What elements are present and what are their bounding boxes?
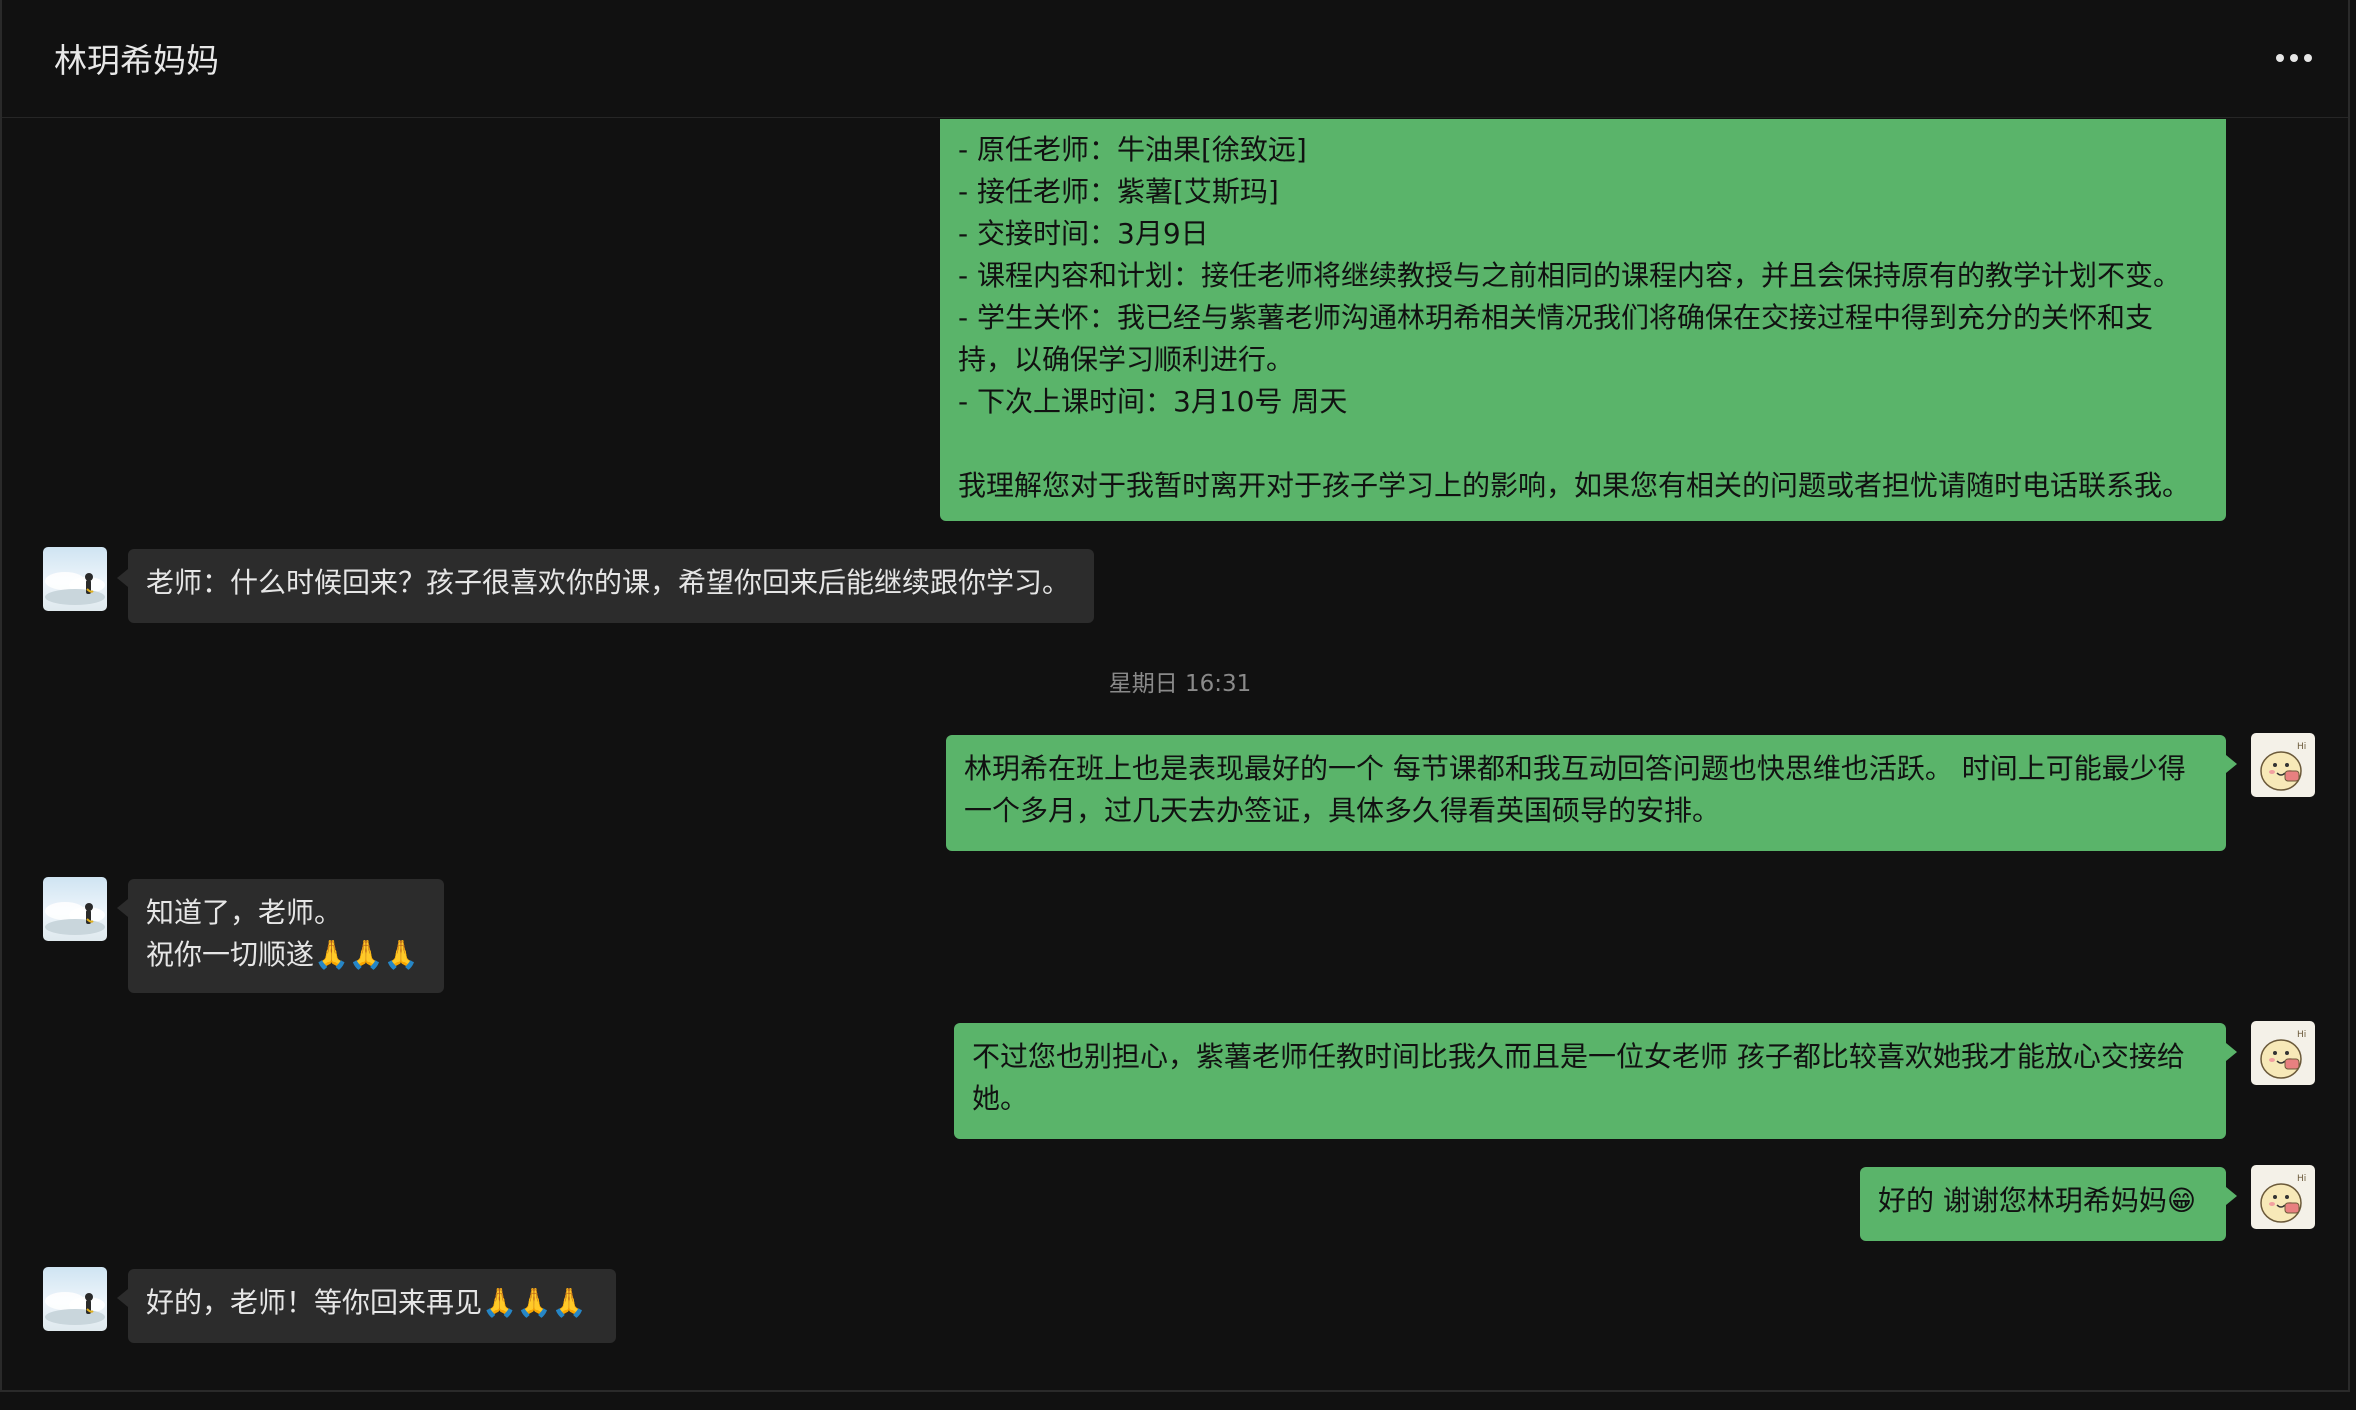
contact-avatar[interactable] bbox=[43, 877, 107, 941]
svg-text:Hi: Hi bbox=[2297, 742, 2306, 752]
message-bubble-incoming[interactable]: 好的，老师！等你回来再见🙏🙏🙏 bbox=[117, 1269, 616, 1343]
message-bubble-incoming[interactable]: 老师：什么时候回来？孩子很喜欢你的课，希望你回来后能继续跟你学习。 bbox=[117, 549, 1094, 623]
contact-avatar[interactable] bbox=[43, 547, 107, 611]
avatar-image: Hi bbox=[2260, 742, 2306, 791]
dot bbox=[2304, 54, 2312, 62]
message-list[interactable]: - 原任老师：牛油果[徐致远] - 接任老师：紫薯[艾斯玛] - 交接时间：3月… bbox=[2, 119, 2348, 1391]
svg-text:Hi: Hi bbox=[2297, 1030, 2306, 1040]
avatar-image: Hi bbox=[2260, 1174, 2306, 1223]
more-options-icon[interactable] bbox=[2268, 40, 2320, 76]
avatar-image bbox=[45, 1292, 105, 1325]
message-bubble-incoming[interactable]: 知道了，老师。 祝你一切顺遂🙏🙏🙏 bbox=[117, 879, 444, 993]
my-avatar[interactable]: Hi bbox=[2251, 733, 2315, 797]
message-bubble-outgoing[interactable]: 林玥希在班上也是表现最好的一个 每节课都和我互动回答问题也快思维也活跃。 时间上… bbox=[946, 735, 2237, 851]
chat-title: 林玥希妈妈 bbox=[54, 41, 219, 80]
contact-avatar[interactable] bbox=[43, 1267, 107, 1331]
dot bbox=[2290, 54, 2298, 62]
dot bbox=[2276, 54, 2284, 62]
svg-text:Hi: Hi bbox=[2297, 1174, 2306, 1184]
message-bubble-outgoing[interactable]: - 原任老师：牛油果[徐致远] - 接任老师：紫薯[艾斯玛] - 交接时间：3月… bbox=[940, 119, 2226, 521]
message-timestamp: 星期日 16:31 bbox=[1108, 671, 1252, 697]
avatar-image bbox=[45, 572, 105, 605]
my-avatar[interactable]: Hi bbox=[2251, 1165, 2315, 1229]
message-bubble-outgoing[interactable]: 好的 谢谢您林玥希妈妈😁 bbox=[1860, 1167, 2237, 1241]
message-bubble-outgoing[interactable]: 不过您也别担心，紫薯老师任教时间比我久而且是一位女老师 孩子都比较喜欢她我才能放… bbox=[954, 1023, 2237, 1139]
my-avatar[interactable]: Hi bbox=[2251, 1021, 2315, 1085]
chat-window: 林玥希妈妈 - 原任老师：牛油果[徐致远] - 接任老师：紫薯[艾斯玛] - 交… bbox=[0, 0, 2350, 1392]
avatar-image: Hi bbox=[2260, 1030, 2306, 1079]
avatar-image bbox=[45, 902, 105, 935]
chat-header: 林玥希妈妈 bbox=[2, 0, 2348, 118]
